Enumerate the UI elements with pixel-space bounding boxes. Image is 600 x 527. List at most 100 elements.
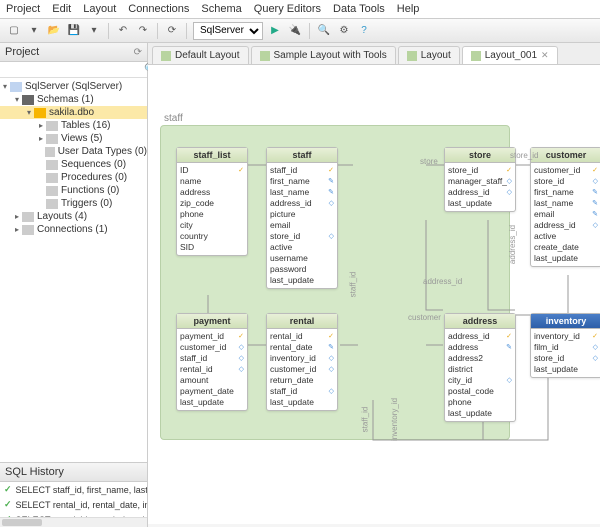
column[interactable]: rental_id✓ — [270, 331, 334, 342]
column[interactable]: last_update — [448, 408, 512, 419]
table-store[interactable]: store store_id✓manager_staff_id◇address_i… — [444, 147, 516, 212]
tree-layouts[interactable]: ▸Layouts (4) — [0, 210, 147, 223]
column[interactable]: picture — [270, 209, 334, 220]
column[interactable]: district — [448, 364, 512, 375]
column[interactable]: address_id◇ — [448, 187, 512, 198]
tab-layout[interactable]: Layout — [398, 46, 460, 64]
column[interactable]: first_name✎ — [270, 176, 334, 187]
menu-connections[interactable]: Connections — [128, 3, 189, 15]
table-header[interactable]: customer — [531, 148, 600, 163]
column[interactable]: last_update — [534, 253, 598, 264]
table-rental[interactable]: rental rental_id✓rental_date✎inventory_id… — [266, 313, 338, 411]
column[interactable]: last_update — [180, 397, 244, 408]
new-icon[interactable]: ▢ — [6, 23, 22, 39]
column[interactable]: zip_code — [180, 198, 244, 209]
save-icon[interactable]: 💾 — [66, 23, 82, 39]
column[interactable]: last_update — [270, 397, 334, 408]
tree-server[interactable]: ▾SqlServer (SqlServer) — [0, 80, 147, 93]
column[interactable]: film_id◇ — [534, 342, 598, 353]
column[interactable]: create_date — [534, 242, 598, 253]
column[interactable]: payment_id✓ — [180, 331, 244, 342]
menu-edit[interactable]: Edit — [52, 3, 71, 15]
tree-udt[interactable]: User Data Types (0) — [0, 145, 147, 158]
table-customer[interactable]: customercustomer_id✓store_id◇first_name✎… — [530, 147, 600, 267]
table-header[interactable]: inventory — [531, 314, 600, 329]
gear-icon[interactable]: ⚙ — [336, 23, 352, 39]
column[interactable]: last_update — [270, 275, 334, 286]
search-input[interactable] — [0, 62, 140, 77]
column[interactable]: staff_id◇ — [270, 386, 334, 397]
tree-procedures[interactable]: Procedures (0) — [0, 171, 147, 184]
column[interactable]: first_name✎ — [534, 187, 598, 198]
redo-icon[interactable]: ↷ — [135, 23, 151, 39]
table-header[interactable]: store — [445, 148, 515, 163]
menu-data-tools[interactable]: Data Tools — [333, 3, 385, 15]
help-icon[interactable]: ? — [356, 23, 372, 39]
column[interactable]: staff_id◇ — [180, 353, 244, 364]
table-header[interactable]: staff — [267, 148, 337, 163]
column[interactable]: address — [180, 187, 244, 198]
column[interactable]: store_id✓ — [448, 165, 512, 176]
tree-sequences[interactable]: Sequences (0) — [0, 158, 147, 171]
column[interactable]: address_id◇ — [534, 220, 598, 231]
column[interactable]: username — [270, 253, 334, 264]
column[interactable]: amount — [180, 375, 244, 386]
column[interactable]: store_id◇ — [270, 231, 334, 242]
sql-history-item[interactable]: SELECT rental_id, rental_date, inv — [0, 497, 147, 512]
column[interactable]: rental_date✎ — [270, 342, 334, 353]
scrollbar[interactable] — [0, 517, 147, 527]
tree-schemas[interactable]: ▾Schemas (1) — [0, 93, 147, 106]
tree-connections[interactable]: ▸Connections (1) — [0, 223, 147, 236]
table-staff[interactable]: staff staff_id✓first_name✎last_name✎addre… — [266, 147, 338, 289]
column[interactable]: store_id◇ — [534, 353, 598, 364]
column[interactable]: email✎ — [534, 209, 598, 220]
diagram-canvas[interactable]: staff staff_listID✓namea — [148, 65, 600, 524]
tree-tables[interactable]: ▸Tables (16) — [0, 119, 147, 132]
table-inventory[interactable]: inventoryinventory_id✓film_id◇store_id◇l… — [530, 313, 600, 378]
dropdown-icon[interactable]: ▾ — [26, 23, 42, 39]
column[interactable]: password — [270, 264, 334, 275]
column[interactable]: active — [534, 231, 598, 242]
column[interactable]: staff_id✓ — [270, 165, 334, 176]
save-dropdown-icon[interactable]: ▾ — [86, 23, 102, 39]
column[interactable]: phone — [180, 209, 244, 220]
menu-project[interactable]: Project — [6, 3, 40, 15]
column[interactable]: address2 — [448, 353, 512, 364]
menu-layout[interactable]: Layout — [83, 3, 116, 15]
tree-sakila[interactable]: ▾sakila.dbo — [0, 106, 147, 119]
sync-icon[interactable]: ⟳ — [164, 23, 180, 39]
column[interactable]: SID — [180, 242, 244, 253]
column[interactable]: inventory_id◇ — [270, 353, 334, 364]
column[interactable]: customer_id◇ — [270, 364, 334, 375]
tab-default-layout[interactable]: Default Layout — [152, 46, 249, 64]
column[interactable]: inventory_id✓ — [534, 331, 598, 342]
table-staff_list[interactable]: staff_listID✓nameaddresszip_codephonecit… — [176, 147, 248, 256]
tab-sample-layout[interactable]: Sample Layout with Tools — [251, 46, 396, 64]
tree-views[interactable]: ▸Views (5) — [0, 132, 147, 145]
column[interactable]: address_id◇ — [270, 198, 334, 209]
column[interactable]: postal_code — [448, 386, 512, 397]
table-header[interactable]: address — [445, 314, 515, 329]
column[interactable]: customer_id◇ — [180, 342, 244, 353]
close-icon[interactable]: ✕ — [541, 50, 549, 61]
column[interactable]: name — [180, 176, 244, 187]
column[interactable]: phone — [448, 397, 512, 408]
column[interactable]: city — [180, 220, 244, 231]
column[interactable]: last_update — [448, 198, 512, 209]
column[interactable]: rental_id◇ — [180, 364, 244, 375]
column[interactable]: customer_id✓ — [534, 165, 598, 176]
column[interactable]: payment_date — [180, 386, 244, 397]
connect-icon[interactable]: 🔌 — [287, 23, 303, 39]
column[interactable]: last_name✎ — [270, 187, 334, 198]
column[interactable]: manager_staff_id◇ — [448, 176, 512, 187]
column[interactable]: last_name✎ — [534, 198, 598, 209]
run-icon[interactable]: ▶ — [267, 23, 283, 39]
table-header[interactable]: rental — [267, 314, 337, 329]
column[interactable]: active — [270, 242, 334, 253]
column[interactable]: address_id✓ — [448, 331, 512, 342]
refresh-icon[interactable]: ⟳ — [134, 47, 142, 58]
open-icon[interactable]: 📂 — [46, 23, 62, 39]
table-header[interactable]: payment — [177, 314, 247, 329]
sql-history-item[interactable]: SELECT staff_id, first_name, last_ — [0, 482, 147, 497]
scrollbar-thumb[interactable] — [2, 519, 42, 526]
